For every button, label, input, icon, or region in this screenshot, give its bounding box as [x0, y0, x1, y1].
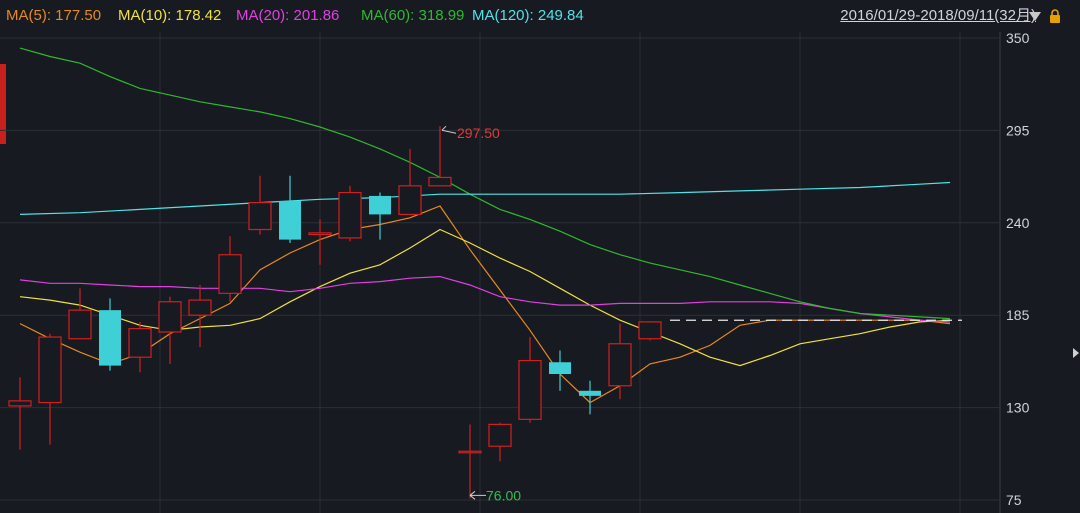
candle-body-up: [338, 191, 362, 239]
candle-body-up: [8, 400, 32, 407]
low-label: 76.00: [486, 487, 521, 503]
high-arrow: [441, 125, 457, 134]
candlestick-chart: 350 295 240 185 130 75 297.50 76.00: [0, 30, 1030, 513]
candle-body-down: [369, 195, 391, 215]
candle-body-down: [279, 200, 301, 240]
candle-body-down: [549, 362, 571, 374]
candle-body-up: [518, 359, 542, 420]
candle-body-up: [458, 450, 482, 454]
candle-body-up: [158, 301, 182, 333]
candle-body-up: [248, 202, 272, 231]
candle-body-up: [308, 232, 332, 236]
candle-body-up: [218, 254, 242, 294]
y-tick-label: 350: [1006, 30, 1030, 46]
candle-body-down: [579, 390, 601, 396]
candle-body-up: [68, 309, 92, 340]
y-tick-label: 185: [1006, 307, 1030, 323]
candle-body-up: [608, 343, 632, 387]
y-tick-label: 295: [1006, 122, 1030, 138]
candle-body-up: [428, 176, 452, 187]
candle-body-up: [188, 299, 212, 316]
candle-body-up: [398, 185, 422, 215]
low-arrow: [469, 490, 486, 500]
candle-body-up: [38, 336, 62, 404]
y-tick-label: 240: [1006, 215, 1030, 231]
y-tick-label: 130: [1006, 400, 1030, 416]
high-label: 297.50: [457, 125, 500, 141]
candle-body-up: [128, 328, 152, 358]
y-tick-label: 75: [1006, 492, 1022, 508]
candle-body-up: [638, 321, 662, 340]
candle-body-up: [488, 423, 512, 447]
candle-body-down: [99, 310, 121, 366]
